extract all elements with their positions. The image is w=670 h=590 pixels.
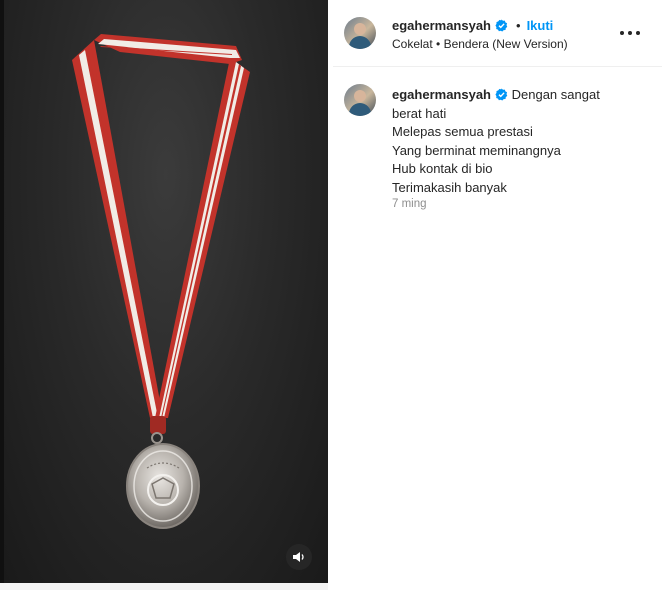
caption-username[interactable]: egahermansyah <box>392 87 491 102</box>
header-divider <box>333 66 662 67</box>
more-options-button[interactable] <box>620 26 640 40</box>
caption-text-line: Hub kontak di bio <box>392 161 493 176</box>
more-dot-icon <box>628 31 632 35</box>
verified-badge-icon <box>495 19 508 32</box>
caption-text-line: Terimakasih banyak <box>392 179 507 195</box>
more-dot-icon <box>620 31 624 35</box>
audio-toggle-button[interactable] <box>286 544 312 570</box>
medal <box>126 443 200 529</box>
caption-line: egahermansyah Dengan sangat <box>392 86 622 105</box>
instagram-post: egahermansyah • Ikuti Cokelat • Bendera (… <box>0 0 670 590</box>
post-timestamp[interactable]: 7 ming <box>392 198 427 210</box>
header-separator: • <box>516 18 521 33</box>
caption-text-line: berat hati <box>392 105 447 121</box>
caption-text-line: Yang berminat meminangnya <box>392 142 561 158</box>
media-bottom-strip <box>0 583 328 590</box>
caption-text-line: Melepas semua prestasi <box>392 124 533 139</box>
post-media[interactable] <box>0 0 328 590</box>
ribbon <box>72 34 250 444</box>
author-avatar[interactable] <box>344 17 376 49</box>
audio-separator: • <box>432 37 444 51</box>
caption: egahermansyah Dengan sangat berat hati M… <box>392 86 622 197</box>
audio-title: Bendera (New Version) <box>443 37 568 51</box>
audio-attribution[interactable]: Cokelat • Bendera (New Version) <box>392 37 568 51</box>
more-dot-icon <box>636 31 640 35</box>
caption-text-line: Dengan sangat <box>511 87 600 102</box>
follow-button[interactable]: Ikuti <box>527 18 554 33</box>
medal-image <box>72 34 250 529</box>
speaker-icon <box>293 552 304 562</box>
audio-track: Cokelat <box>392 37 433 51</box>
verified-badge-icon <box>495 88 508 101</box>
post-header: egahermansyah • Ikuti <box>392 17 553 35</box>
author-username[interactable]: egahermansyah <box>392 18 491 33</box>
caption-avatar[interactable] <box>344 84 376 116</box>
